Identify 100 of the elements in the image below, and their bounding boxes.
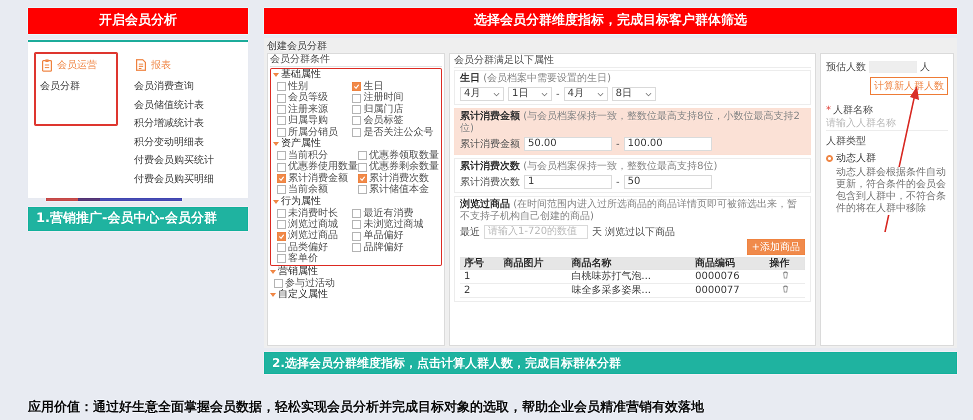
input-field[interactable]: 100.00 [624,137,712,151]
name-field[interactable]: 请输入人群名称 [826,117,948,131]
dropdown[interactable]: 8日 [612,87,656,101]
checkbox-option[interactable]: 客单价 [277,253,352,265]
range-separator: - [616,138,620,150]
checkmark-icon [359,175,366,182]
step-caption: 2.选择会员分群维度指标，点击计算人群人数，完成目标群体分群 [264,352,957,374]
checkbox-option[interactable]: 未浏览过商城 [352,219,439,230]
column-header: 商品图片 [500,257,568,270]
document-icon [134,58,148,72]
menu-item[interactable]: 会员消费查询 [134,78,236,96]
input-field[interactable]: 1 [524,175,612,189]
checkbox-option[interactable]: 单品偏好 [352,230,439,242]
checkbox-option[interactable]: 归属门店 [352,104,439,116]
field-label: 天 浏览过以下商品 [592,226,676,239]
checkmark-icon [278,175,285,182]
checkbox-option[interactable]: 优惠券领取数量 [358,150,439,162]
clipboard-icon [40,58,54,72]
chevron-down-icon [541,92,548,96]
checkbox-option[interactable]: 当前余额 [277,184,358,196]
group-toggle[interactable]: 行为属性 [273,196,439,208]
field-label: * 人群名称 [826,105,873,116]
caret-icon [273,73,279,77]
checkbox-option[interactable]: 品类偏好 [277,242,352,254]
menu-item[interactable]: 会员储值统计表 [134,96,236,115]
checkbox-option[interactable]: 注册来源 [277,104,352,116]
dropdown[interactable]: 4月 [460,87,504,101]
field-label: 累计消费次数 [460,176,520,189]
checkbox-option[interactable]: 会员标签 [352,115,439,127]
input-field[interactable]: 50.00 [524,137,612,151]
checkbox-option[interactable]: 注册时间 [352,92,439,104]
caret-icon [273,142,279,146]
checkbox-option[interactable]: 生日 [352,81,439,92]
group-toggle[interactable]: 营销属性 [270,266,442,278]
dropdown[interactable]: 1日 [508,87,552,101]
menu-heading: 会员运营 [57,58,97,72]
checkbox-option[interactable]: 累计消费次数 [358,172,439,184]
description-text: 动态人群会根据条件自动更新，符合条件的会员会包含到人群中，不符合条件的将在人群中移除 [836,167,948,215]
checkbox-option[interactable]: 性别 [277,81,352,92]
table-cell: 1 [460,270,500,284]
menu-item[interactable]: 付费会员购买明细 [134,170,236,189]
field-label: 最近 [460,226,480,239]
checkbox-option[interactable]: 未消费时长 [277,208,352,220]
checkbox-option[interactable]: 是否关注公众号 [352,126,439,138]
checkbox-option[interactable]: 会员等级 [277,92,352,104]
column-header: 商品编码 [691,257,766,270]
page-title: 创建会员分群 [267,40,328,53]
checkbox-option[interactable]: 归属导购 [277,115,352,127]
field-label: 累计消费金额 [460,138,520,151]
radio-option[interactable]: 动态人群 [826,151,948,165]
filter-title: 浏览过商品 (在时间范围内进入过所选商品的商品详情页即可被筛选出来，暂不支持子机构自己创建的商品) [460,199,798,223]
menu-item[interactable]: 积分增减统计表 [134,115,236,134]
input-field[interactable]: 50 [624,175,712,189]
checkbox-option[interactable]: 累计储值本金 [358,184,439,196]
column-header: 操作 [765,257,805,270]
column-header: 序号 [460,257,500,270]
group-toggle[interactable]: 资产属性 [273,138,439,150]
menu-item[interactable]: 会员分群 [40,78,112,96]
delete-icon[interactable] [782,271,789,279]
range-separator: - [616,176,620,188]
chevron-down-icon [644,92,652,96]
column-header: 商品名称 [567,257,692,270]
checkbox-option[interactable]: 优惠券剩余数量 [358,161,439,173]
unit-label: 人 [920,61,930,74]
filter-title: 累计消费次数 (与会员档案保持一致，整数位最高支持8位) [460,161,718,173]
menu-item[interactable]: 积分变动明细表 [134,134,236,152]
panel-header: 会员分群满足以下属性 [454,54,811,68]
menu-heading: 报表 [151,58,171,72]
delete-icon[interactable] [782,285,789,293]
checkbox-option[interactable]: 所属分销员 [277,126,352,138]
panel-header: 会员分群条件 [270,54,442,67]
caret-icon [270,270,276,274]
checkbox-option[interactable]: 优惠券使用数量 [277,161,358,173]
checkbox-option[interactable]: 当前积分 [277,150,358,162]
menu-item[interactable]: 付费会员购买统计 [134,152,236,170]
checkbox-option[interactable]: 参与过活动 [274,278,352,290]
caret-icon [270,293,276,298]
dropdown[interactable]: 4月 [564,87,608,101]
group-toggle[interactable]: 自定义属性 [270,289,442,302]
table-cell: 0000077 [691,284,766,298]
field-label: 人群类型 [826,136,866,147]
caret-icon [273,200,279,204]
checkmark-icon [278,232,285,240]
chevron-down-icon [596,92,604,96]
table-cell: 味全多采多姿果... [567,284,692,298]
range-separator: - [556,88,560,100]
filter-title: 生日 (会员档案中需要设置的生日) [460,73,612,85]
checkbox-option[interactable]: 品牌偏好 [352,242,439,254]
checkbox-option[interactable]: 浏览过商品 [277,230,352,242]
table-cell: 0000076 [691,270,766,284]
section-title: 选择会员分群维度指标，完成目标客户群体筛选 [264,8,957,34]
summary-text: 应用价值：通过好生意全面掌握会员数据，轻松实现会员分析并完成目标对象的选取，帮助企业会员精准营销有效落地 [28,398,706,416]
step-caption: 1.营销推广-会员中心-会员分群 [28,207,248,231]
checkbox-option[interactable]: 最近有消费 [352,208,439,220]
group-toggle[interactable]: 基础属性 [273,69,439,81]
checkbox-option[interactable]: 累计消费金额 [277,172,358,184]
section-title: 开启会员分析 [28,8,248,34]
checkbox-option[interactable]: 浏览过商城 [277,219,352,230]
filter-title: 累计消费金额 (与会员档案保持一致，整数位最高支持8位，小数位最高支持2位) [460,111,801,135]
input-field[interactable]: 请输入1-720的数值 [484,225,588,239]
